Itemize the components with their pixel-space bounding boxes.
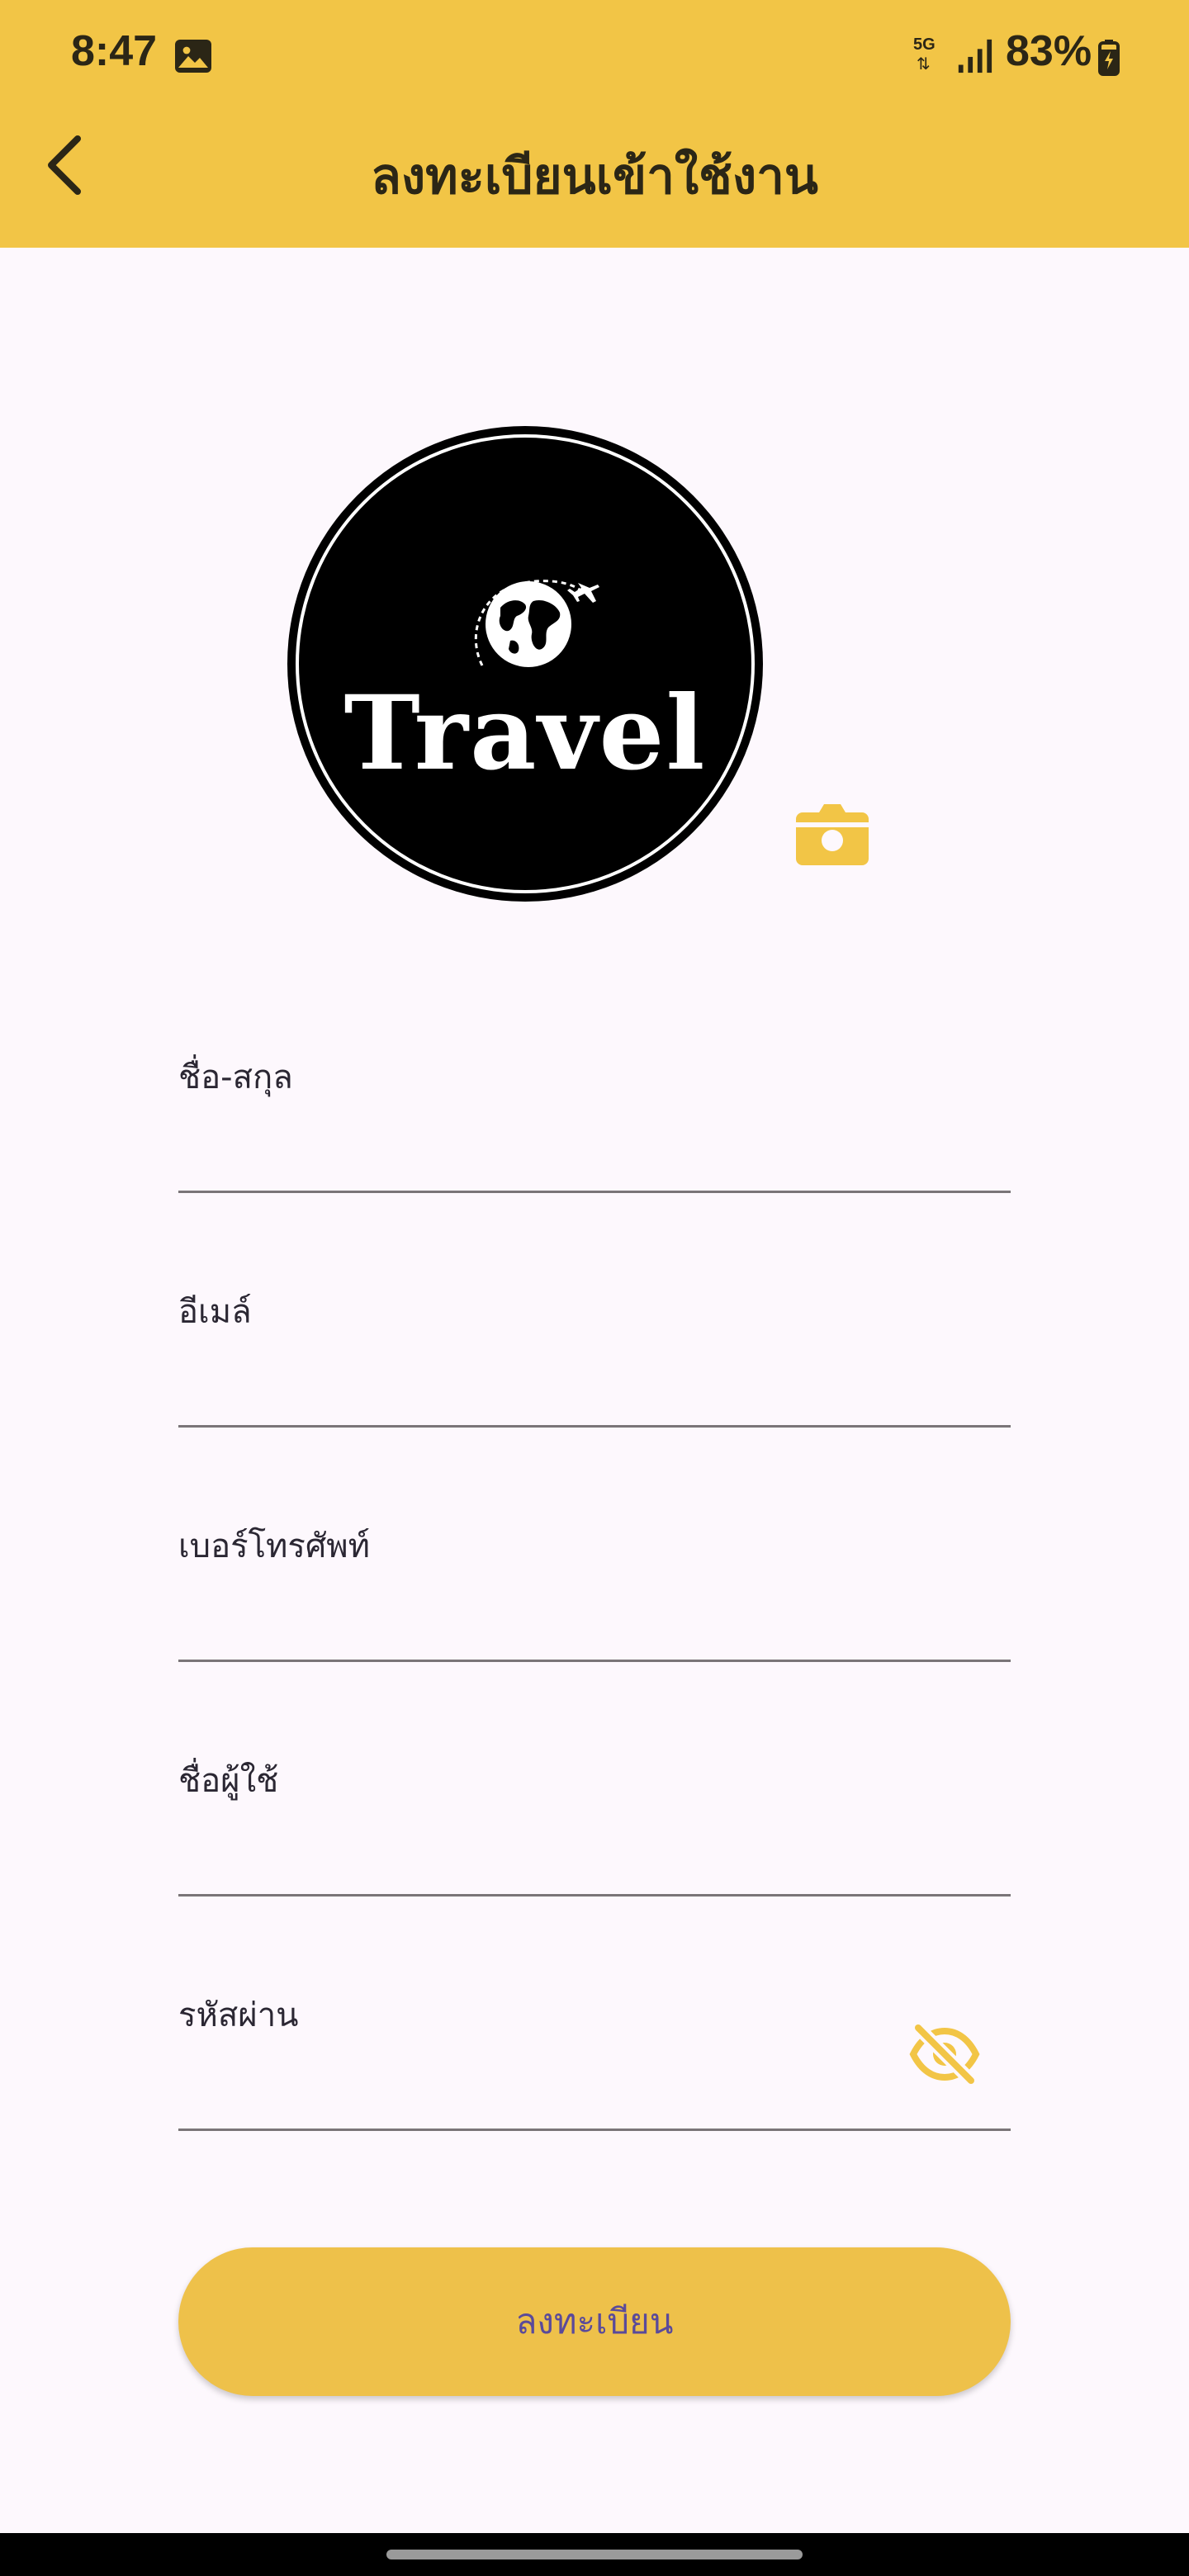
battery-charging-icon [1098,40,1120,76]
password-label: รหัสผ่าน [178,1996,299,2034]
fullname-field: ชื่อ-สกุล [178,1050,1011,1215]
fullname-underline [178,1191,1011,1193]
status-time: 8:47 [71,27,158,75]
logo-text: Travel [343,674,707,793]
register-button[interactable]: ลงทะเบียน [178,2247,1011,2396]
email-underline [178,1425,1011,1428]
email-field: อีเมล์ [178,1285,1011,1450]
phone-label: เบอร์โทรศัพท์ [178,1527,371,1565]
fullname-label: ชื่อ-สกุล [178,1058,293,1096]
profile-photo[interactable]: Travel [287,426,763,902]
phone-underline [178,1660,1011,1662]
username-label: ชื่อผู้ใช้ [178,1762,279,1800]
network-type: 5G [913,36,936,54]
phone-field: เบอร์โทรศัพท์ [178,1519,1011,1684]
username-input[interactable] [178,1803,1011,1874]
page-title: ลงทะเบียนเข้าใช้งาน [371,148,818,206]
battery-level: 83% [1006,27,1092,75]
email-label: อีเมล์ [178,1293,252,1331]
fullname-input[interactable] [178,1100,1011,1171]
username-field: ชื่อผู้ใช้ [178,1754,1011,1919]
app-header: 8:47 5G ⇅ 83% ลงทะเบียนเข้าใช้งาน [0,0,1189,248]
globe-airplane-icon [474,580,599,667]
password-input[interactable] [178,2038,888,2109]
password-underline [178,2129,1011,2131]
camera-button[interactable] [796,799,869,865]
email-input[interactable] [178,1334,1011,1405]
visibility-off-icon[interactable] [908,2018,981,2091]
phone-input[interactable] [178,1569,1011,1640]
data-arrows-icon: ⇅ [917,54,931,73]
password-field: รหัสผ่าน [178,1988,1011,2153]
signal-icon [958,39,992,73]
username-underline [178,1894,1011,1896]
image-notification-icon [175,40,211,73]
home-indicator[interactable] [386,2550,803,2559]
